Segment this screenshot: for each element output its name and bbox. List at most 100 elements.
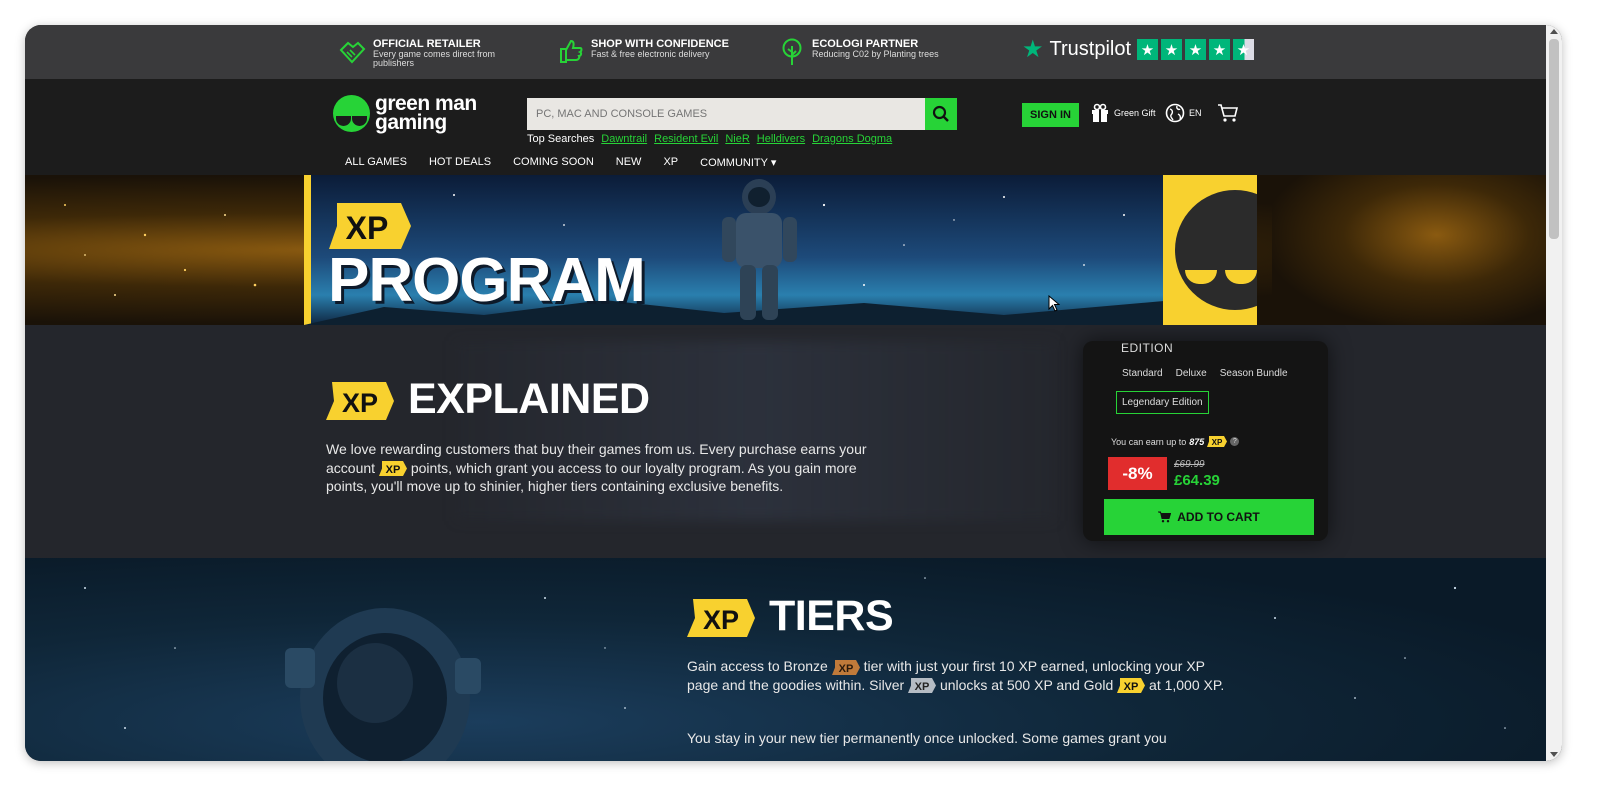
browser-window: OFFICIAL RETAILER Every game comes direc…	[25, 25, 1562, 761]
search-bar	[527, 98, 957, 130]
search-input[interactable]	[527, 98, 925, 130]
banner-title: PROGRAM	[328, 246, 646, 315]
nav-new[interactable]: NEW	[616, 156, 642, 169]
bronze-xp-badge: XP	[831, 659, 860, 675]
star-icon: ★	[1161, 39, 1183, 60]
tiers-paragraph-1: Gain access to Bronze XP tier with just …	[687, 657, 1232, 694]
svg-text:XP: XP	[838, 663, 853, 675]
trustpilot-widget[interactable]: ★ Trustpilot ★ ★ ★ ★ ★	[1022, 35, 1255, 63]
svg-text:XP: XP	[342, 388, 378, 418]
edition-option[interactable]: Standard	[1122, 368, 1163, 379]
nav-all-games[interactable]: ALL GAMES	[345, 156, 407, 169]
xp-program-banner: XP PROGRAM	[25, 175, 1546, 325]
svg-text:XP: XP	[346, 210, 389, 246]
explained-heading: XP EXPLAINED	[326, 375, 650, 424]
top-searches: Top Searches Dawntrail Resident Evil Nie…	[527, 133, 892, 145]
svg-text:XP: XP	[915, 681, 930, 693]
svg-text:XP: XP	[1124, 681, 1139, 693]
trustpilot-star-icon: ★	[1022, 35, 1044, 63]
gold-xp-badge: XP	[1117, 678, 1146, 694]
star-icon: ★	[1137, 39, 1159, 60]
svg-text:XP: XP	[703, 605, 739, 635]
trustpilot-label: Trustpilot	[1049, 38, 1132, 60]
xp-badge-icon: XP	[326, 381, 394, 420]
site-logo[interactable]: green man gaming	[333, 93, 477, 134]
top-search-link[interactable]: Resident Evil	[654, 133, 718, 145]
gold-nebula-decoration	[64, 204, 257, 296]
mouse-cursor-icon	[1048, 295, 1060, 312]
trust-subtitle: Every game comes direct from publishers	[373, 49, 496, 68]
nav-xp[interactable]: XP	[663, 156, 678, 169]
xp-earn-note: You can earn up to 875 XP ?	[1111, 436, 1240, 447]
logo-line-2: gaming	[375, 111, 447, 134]
globe-icon	[1165, 103, 1185, 123]
inline-xp-badge: XP	[378, 461, 407, 477]
edition-option[interactable]: Season Bundle	[1220, 368, 1288, 379]
edition-option[interactable]: Deluxe	[1176, 368, 1207, 379]
original-price: £69.99	[1174, 459, 1205, 470]
trust-subtitle: Fast & free electronic delivery	[591, 49, 710, 59]
sale-price: £64.39	[1174, 472, 1220, 489]
explained-title: EXPLAINED	[408, 375, 650, 423]
green-gift-label: Green Gift	[1114, 108, 1156, 118]
astronaut-helmet-illustration	[285, 608, 481, 761]
nav-hot-deals[interactable]: HOT DEALS	[429, 156, 491, 169]
gmg-banner-logo	[1163, 175, 1257, 325]
main-nav: ALL GAMES HOT DEALS COMING SOON NEW XP C…	[345, 156, 776, 169]
green-gift-button[interactable]: Green Gift	[1090, 103, 1156, 123]
top-search-link[interactable]: NieR	[725, 133, 749, 145]
inline-xp-badge: XP	[1207, 436, 1228, 447]
tree-icon	[782, 38, 802, 65]
top-search-link[interactable]: Dawntrail	[601, 133, 647, 145]
paragraph-text: at 1,000 XP.	[1149, 676, 1225, 693]
add-to-cart-button[interactable]: ADD TO CART	[1104, 499, 1314, 535]
trust-item-ecologi: ECOLOGI PARTNER Reducing C02 by Planting…	[779, 38, 962, 66]
xp-tiers-section: XP TIERS Gain access to Bronze XP tier w…	[25, 558, 1546, 761]
search-icon	[932, 105, 949, 122]
trustpilot-rating: ★ ★ ★ ★ ★	[1137, 39, 1255, 60]
astronaut-illustration	[722, 179, 797, 320]
edition-option-selected[interactable]: Legendary Edition	[1116, 391, 1209, 414]
tiers-paragraph-2: You stay in your new tier permanently on…	[687, 730, 1167, 746]
silver-xp-badge: XP	[908, 678, 937, 694]
earn-value: 875	[1189, 436, 1205, 447]
tiers-title: TIERS	[769, 592, 894, 640]
product-card-example: EDITION Standard Deluxe Season Bundle Le…	[1083, 341, 1328, 541]
edition-options: Standard Deluxe Season Bundle	[1122, 368, 1288, 379]
cart-icon	[1158, 511, 1172, 523]
handshake-icon	[339, 41, 366, 64]
half-star-icon: ★	[1233, 39, 1255, 60]
help-icon[interactable]: ?	[1230, 437, 1240, 446]
language-selector[interactable]: EN	[1165, 103, 1202, 123]
xp-explained-section: XP EXPLAINED We love rewarding customers…	[25, 325, 1546, 558]
trust-item-official-retailer: OFFICIAL RETAILER Every game comes direc…	[338, 38, 523, 68]
page-scrollbar[interactable]	[1546, 25, 1562, 761]
paragraph-text: unlocks at 500 XP and Gold	[939, 676, 1114, 693]
nav-coming-soon[interactable]: COMING SOON	[513, 156, 594, 169]
top-search-link[interactable]: Dragons Dogma	[812, 133, 892, 145]
scroll-down-icon[interactable]	[1550, 752, 1558, 757]
gold-nebula-right	[1272, 175, 1546, 325]
cart-button[interactable]	[1217, 103, 1239, 123]
top-searches-label: Top Searches	[527, 133, 595, 145]
site-header: green man gaming Top Searches Dawntrail …	[25, 79, 1546, 175]
explained-paragraph: We love rewarding customers that buy the…	[326, 440, 871, 496]
star-icon: ★	[1185, 39, 1207, 60]
scrollbar-thumb[interactable]	[1549, 39, 1559, 239]
tiers-heading: XP TIERS	[687, 592, 894, 641]
add-to-cart-label: ADD TO CART	[1177, 510, 1260, 524]
cart-icon	[1218, 104, 1239, 122]
trust-bar: OFFICIAL RETAILER Every game comes direc…	[25, 25, 1546, 79]
banner-space-panel: XP PROGRAM	[304, 175, 1164, 325]
paragraph-text: Gain access to Bronze	[687, 658, 828, 674]
edition-label: EDITION	[1121, 341, 1174, 355]
scroll-up-icon[interactable]	[1550, 29, 1558, 34]
trust-subtitle: Reducing C02 by Planting trees	[812, 49, 939, 59]
svg-text:XP: XP	[386, 464, 401, 476]
language-label: EN	[1189, 108, 1202, 118]
search-button[interactable]	[925, 98, 957, 130]
nav-community[interactable]: COMMUNITY ▾	[700, 156, 776, 169]
sign-in-button[interactable]: SIGN IN	[1022, 103, 1079, 127]
star-icon: ★	[1209, 39, 1231, 60]
top-search-link[interactable]: Helldivers	[757, 133, 805, 145]
